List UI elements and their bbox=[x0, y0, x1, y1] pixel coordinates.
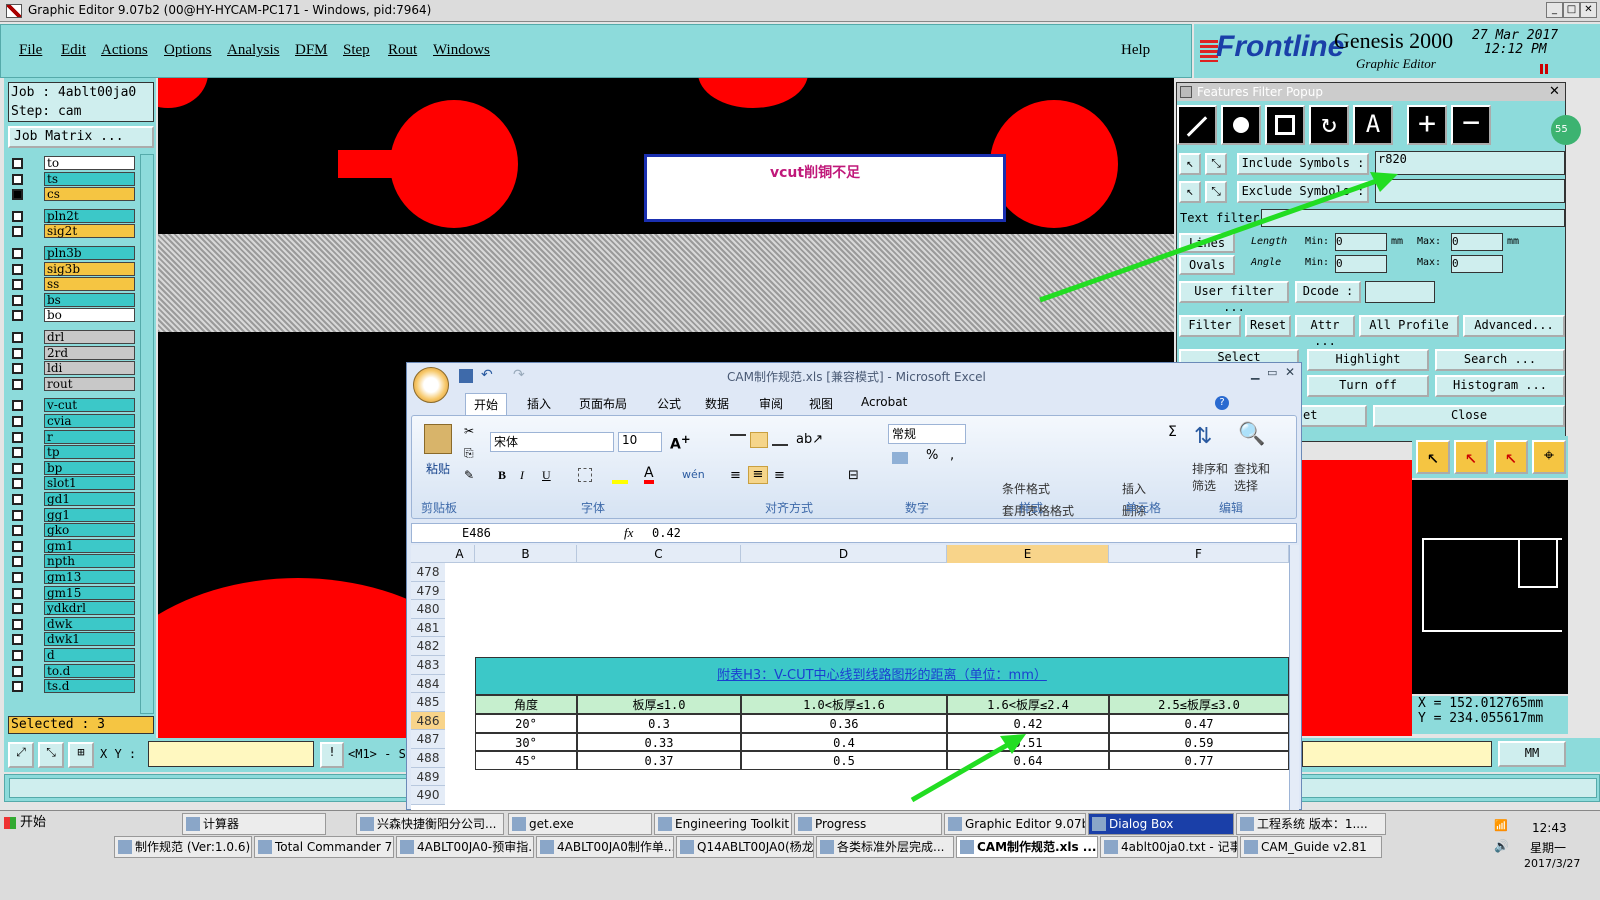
arrow-annotations bbox=[910, 172, 1398, 803]
taskbar-item[interactable]: Engineering Toolkit 9.... bbox=[654, 813, 792, 835]
app-icon bbox=[1244, 840, 1258, 854]
green-arrow-head bbox=[1000, 734, 1026, 754]
taskbar-item-label: 各类标准外层完成... bbox=[837, 840, 945, 854]
taskbar-item[interactable]: 4ABLT00JA0制作单.... bbox=[536, 836, 674, 858]
taskbar-item-label: 4ABLT00JA0-预审指... bbox=[417, 840, 534, 854]
app-icon bbox=[820, 840, 834, 854]
taskbar-item-label: Progress bbox=[815, 817, 867, 831]
taskbar-item-label: 4ABLT00JA0制作单.... bbox=[557, 840, 674, 854]
taskbar-item[interactable]: Progress bbox=[794, 813, 942, 835]
app-icon bbox=[540, 840, 554, 854]
volume-icon[interactable]: 🔊 bbox=[1494, 839, 1509, 853]
app-icon bbox=[948, 817, 962, 831]
taskbar-item[interactable]: 兴森快捷衡阳分公司... bbox=[356, 813, 504, 835]
app-icon bbox=[118, 840, 132, 854]
taskbar-item[interactable]: get.exe bbox=[508, 813, 652, 835]
app-icon bbox=[798, 817, 812, 831]
taskbar-item-label: 计算器 bbox=[203, 817, 240, 831]
taskbar-item-label: 制作规范 (Ver:1.0.6) bbox=[135, 840, 251, 854]
app-icon bbox=[258, 840, 272, 854]
app-icon bbox=[960, 840, 974, 854]
app-icon bbox=[680, 840, 694, 854]
taskbar-item[interactable]: 4ablt00ja0.txt - 记事本 bbox=[1100, 836, 1238, 858]
windows-logo-icon bbox=[4, 817, 16, 829]
taskbar-item-label: 兴森快捷衡阳分公司... bbox=[377, 817, 497, 831]
app-icon bbox=[186, 817, 200, 831]
green-arrow-line bbox=[1039, 175, 1386, 303]
taskbar-item-label: Dialog Box bbox=[1109, 817, 1174, 831]
start-label: 开始 bbox=[20, 815, 47, 830]
taskbar-item-label: 4ablt00ja0.txt - 记事本 bbox=[1121, 840, 1237, 854]
taskbar-item[interactable]: Q14ABLT00JA0(杨龙... bbox=[676, 836, 814, 858]
start-button[interactable]: 开始 bbox=[2, 813, 54, 835]
taskbar-item[interactable]: CAM制作规范.xls ... bbox=[956, 836, 1098, 858]
taskbar-item[interactable]: 计算器 bbox=[182, 813, 326, 835]
taskbar-item-label: Q14ABLT00JA0(杨龙... bbox=[697, 840, 814, 854]
app-icon bbox=[658, 817, 672, 831]
taskbar: 开始 计算器 兴森快捷衡阳分公司... get.exe Engineering Too… bbox=[0, 810, 1600, 900]
taskbar-item[interactable]: 工程系统 版本：1.... bbox=[1236, 813, 1386, 835]
app-icon bbox=[1104, 840, 1118, 854]
tray-date: 2017/3/27 bbox=[1524, 857, 1581, 870]
app-icon bbox=[1092, 817, 1106, 831]
taskbar-item-label: Graphic Editor 9.07b2 ... bbox=[965, 817, 1085, 831]
taskbar-item[interactable]: CAM_Guide v2.81 bbox=[1240, 836, 1382, 858]
taskbar-item[interactable]: 制作规范 (Ver:1.0.6) bbox=[114, 836, 252, 858]
taskbar-item-label: get.exe bbox=[529, 817, 574, 831]
taskbar-item-label: 工程系统 版本：1.... bbox=[1257, 817, 1368, 831]
network-icon[interactable]: 📶 bbox=[1494, 819, 1508, 832]
tray-weekday: 星期一 bbox=[1530, 841, 1567, 855]
taskbar-item[interactable]: Total Commander 7.0... bbox=[254, 836, 394, 858]
app-icon bbox=[360, 817, 374, 831]
taskbar-item-label: CAM_Guide v2.81 bbox=[1261, 840, 1367, 854]
taskbar-item-label: Engineering Toolkit 9.... bbox=[675, 817, 791, 831]
app-icon bbox=[1240, 817, 1254, 831]
taskbar-item[interactable]: 4ABLT00JA0-预审指... bbox=[396, 836, 534, 858]
taskbar-item[interactable]: 各类标准外层完成... bbox=[816, 836, 954, 858]
taskbar-item[interactable]: Graphic Editor 9.07b2 ... bbox=[944, 813, 1086, 835]
taskbar-item-label: CAM制作规范.xls ... bbox=[977, 840, 1097, 854]
app-icon bbox=[512, 817, 526, 831]
taskbar-item-label: Total Commander 7.0... bbox=[275, 840, 393, 854]
green-arrow-line bbox=[910, 737, 1018, 803]
app-icon bbox=[400, 840, 414, 854]
taskbar-item[interactable]: Dialog Box bbox=[1088, 813, 1234, 835]
tray-clock[interactable]: 12:43 bbox=[1532, 821, 1567, 835]
